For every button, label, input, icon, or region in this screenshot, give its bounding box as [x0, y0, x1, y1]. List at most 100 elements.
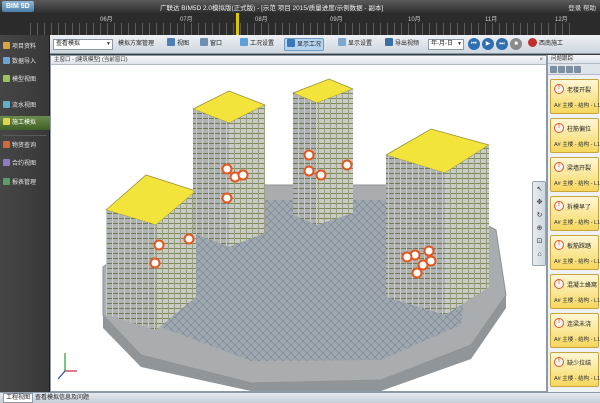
issue-card[interactable]: ! 混凝土蜂窝 A# 主楼 - 结构 - L1	[550, 274, 600, 309]
refresh-icon[interactable]	[566, 66, 573, 73]
issue-marker	[153, 239, 165, 251]
issue-location: A# 主楼 - 结构 - L1	[554, 220, 600, 226]
filter-icon[interactable]	[558, 66, 565, 73]
timeline-month: 06月	[100, 17, 113, 23]
title-right-links[interactable]: 登录 帮助	[568, 2, 596, 12]
navigation-toolbar: ↖ ✥ ↻ ⊕ ⊡ ⌂	[532, 181, 546, 266]
stop-icon[interactable]: ■	[510, 38, 522, 50]
viewport-title: 主窗口 - [建筑模型] (当前窗口)	[54, 57, 128, 63]
step-forward-icon[interactable]: ⏭	[496, 38, 508, 50]
issue-marker	[401, 251, 413, 263]
sidebar-item-report-manage[interactable]: 报表管理	[0, 176, 50, 190]
play-icon[interactable]: ▶	[482, 38, 494, 50]
home-view-icon[interactable]: ⌂	[535, 250, 544, 259]
issue-card[interactable]: ! 拆模早了 A# 主楼 - 结构 - L1	[550, 196, 600, 231]
export-video-button[interactable]: 导出视频	[383, 38, 421, 51]
flow-icon	[3, 101, 10, 108]
sidebar-item-data-import[interactable]: 数据导入	[0, 55, 50, 69]
settings-icon	[240, 38, 248, 46]
issue-flag-icon: !	[554, 162, 564, 172]
add-issue-icon[interactable]	[550, 66, 557, 73]
rotate-icon[interactable]: ↻	[535, 211, 544, 220]
step-back-icon[interactable]: ⏮	[468, 38, 480, 50]
timeline-month: 12月	[555, 17, 568, 23]
issue-title: 梁墙开裂	[567, 166, 592, 172]
window-button[interactable]: 窗口	[198, 38, 224, 51]
timeline-month: 08月	[255, 17, 268, 23]
issue-location: A# 主楼 - 结构 - L1	[554, 142, 600, 148]
status-tab[interactable]: 工程视图	[3, 393, 34, 403]
timeline-month: 10月	[408, 17, 421, 23]
sidebar-item-label: 合约视图	[12, 161, 37, 167]
schedule-timeline[interactable]: 06月 07月 08月 09月 10月 11月 12月	[30, 13, 570, 35]
issue-marker	[411, 267, 423, 279]
sidebar-item-contract-view[interactable]: 合约视图	[0, 157, 50, 171]
issue-location: A# 主楼 - 结构 - L1	[554, 181, 600, 187]
export-video-label: 导出视频	[395, 41, 420, 47]
issue-title: 混凝土蜂窝	[567, 283, 598, 289]
timeline-cursor[interactable]	[236, 13, 239, 35]
issue-card[interactable]: ! 柱筋偏位 A# 主楼 - 结构 - L1	[550, 118, 600, 153]
work-setting-label: 工况设置	[250, 41, 275, 47]
building-model-scene[interactable]	[51, 65, 546, 391]
work-setting-button[interactable]: 工况设置	[238, 38, 276, 51]
material-icon	[3, 141, 10, 148]
sidebar-divider	[3, 135, 47, 136]
mode-select-value: 查看模拟	[56, 41, 81, 47]
issue-location: A# 主楼 - 结构 - L1	[554, 259, 600, 265]
video-icon	[385, 38, 393, 46]
issue-card[interactable]: ! 连梁未浇 A# 主楼 - 结构 - L1	[550, 313, 600, 348]
tower-east	[385, 128, 490, 315]
sidebar-item-material-query[interactable]: 物资查询	[0, 139, 50, 153]
close-icon[interactable]: ×	[539, 56, 543, 65]
issue-card[interactable]: ! 缺少拉结 A# 主楼 - 结构 - L1	[550, 352, 600, 387]
issue-marker	[237, 169, 249, 181]
issue-flag-icon: !	[554, 357, 564, 367]
chevron-down-icon: ▼	[457, 41, 462, 47]
list-icon[interactable]	[574, 66, 581, 73]
report-icon	[3, 178, 10, 185]
display-setting-button[interactable]: 显示设置	[336, 38, 374, 51]
view-label: 视图	[177, 41, 190, 47]
timeline-months: 06月 07月 08月 09月 10月 11月 12月	[30, 13, 570, 23]
timeline-month: 11月	[485, 17, 498, 23]
3d-viewport[interactable]: 主窗口 - [建筑模型] (当前窗口) × ↖ ✥ ↻ ⊕ ⊡ ⌂	[50, 55, 547, 392]
issue-card[interactable]: ! 梁墙开裂 A# 主楼 - 结构 - L1	[550, 157, 600, 192]
show-work-button[interactable]: 显示工况	[284, 38, 325, 51]
issue-title: 拆模早了	[567, 205, 592, 211]
issue-panel-toolbar	[548, 64, 600, 75]
issue-title: 板筋踩踏	[567, 244, 592, 250]
main-toolbar: 查看模拟 ▼ 模拟方案管理 视图 窗口 工况设置 显示工况 显示设置 导出视频 年…	[0, 35, 600, 54]
zoom-fit-icon[interactable]: ⊡	[535, 237, 544, 246]
issue-title: 连梁未浇	[567, 322, 592, 328]
sidebar-item-project-data[interactable]: 项目资料	[0, 40, 50, 54]
issue-location: A# 主楼 - 结构 - L1	[554, 376, 600, 382]
issue-title: 老楼开裂	[567, 88, 592, 94]
date-format-select[interactable]: 年-月-日 ▼	[428, 39, 464, 50]
issue-title: 柱筋偏位	[567, 127, 592, 133]
issue-flag-icon: !	[554, 123, 564, 133]
issue-marker	[315, 169, 327, 181]
issue-flag-icon: !	[554, 318, 564, 328]
issue-panel: 问题跟踪 ! 老楼开裂 A# 主楼 - 结构 - L1 ! 柱筋偏位 A# 主楼…	[547, 55, 600, 392]
sidebar-item-label: 报表管理	[12, 180, 37, 186]
mode-select[interactable]: 查看模拟 ▼	[53, 39, 113, 50]
sidebar-item-label: 流水视图	[12, 103, 37, 109]
issue-marker	[183, 233, 195, 245]
sidebar-item-construction-sim[interactable]: 施工模拟	[0, 116, 50, 130]
sidebar-item-flow-view[interactable]: 流水视图	[0, 99, 50, 113]
brand-logo-icon	[528, 38, 537, 47]
sidebar-item-model-view[interactable]: 模型视图	[0, 73, 50, 87]
zoom-icon[interactable]: ⊕	[535, 224, 544, 233]
select-icon[interactable]: ↖	[535, 185, 544, 194]
issue-card[interactable]: ! 老楼开裂 A# 主楼 - 结构 - L1	[550, 79, 600, 114]
plan-manage-button[interactable]: 模拟方案管理	[116, 38, 156, 51]
view-button[interactable]: 视图	[165, 38, 191, 51]
window-title: 广联达 BIM5D 2.0模拟版(正式版) - [示范 项目 2015/质量进度…	[160, 5, 384, 12]
timeline-month: 07月	[180, 17, 193, 23]
sidebar-item-label: 项目资料	[12, 44, 37, 50]
issue-card[interactable]: ! 板筋踩踏 A# 主楼 - 结构 - L1	[550, 235, 600, 270]
tower-north-east	[291, 78, 355, 225]
module-sidebar: 项目资料 数据导入 模型视图 流水视图 施工模拟 物资查询 合约视图 报表管理	[0, 35, 50, 392]
pan-icon[interactable]: ✥	[535, 198, 544, 207]
